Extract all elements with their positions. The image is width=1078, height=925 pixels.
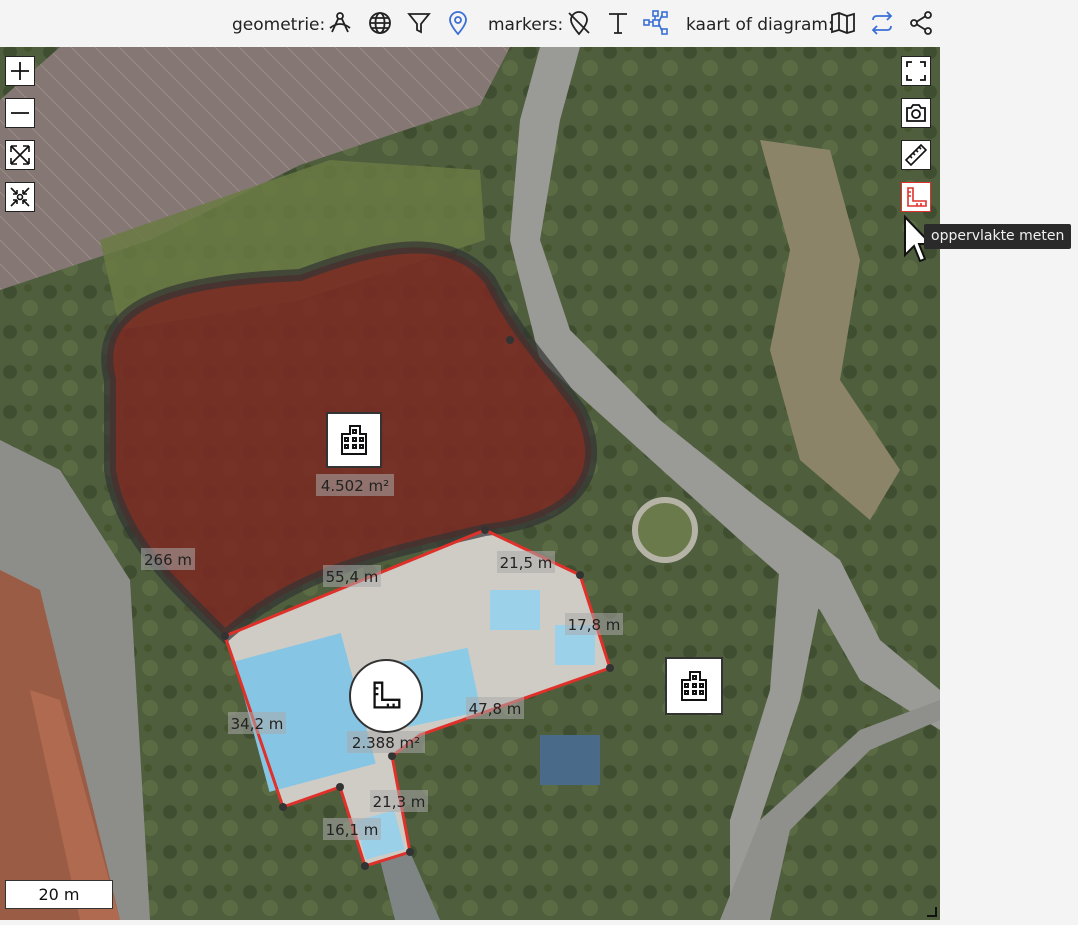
edge-label-7: 16,1 m — [326, 821, 379, 839]
screenshot-button[interactable] — [901, 98, 931, 128]
edge-label-5: 34,2 m — [231, 715, 284, 733]
share-icon[interactable] — [907, 9, 935, 37]
location-pin-icon[interactable] — [444, 9, 472, 37]
markers-label: markers: — [488, 15, 564, 35]
text-icon[interactable] — [604, 9, 632, 37]
map-or-diagram-label: kaart of diagram: — [686, 15, 834, 35]
fullscreen-button[interactable] — [901, 56, 931, 86]
top-toolbar: geometrie: markers: kaart of diagram: — [0, 0, 1078, 47]
scale-bar: 20 m — [5, 880, 113, 909]
globe-icon[interactable] — [366, 9, 394, 37]
edge-label-2: 21,5 m — [500, 554, 553, 572]
zoom-out-button[interactable] — [5, 98, 35, 128]
plus-icon — [11, 62, 29, 80]
measure-distance-button[interactable] — [901, 140, 931, 170]
aerial-imagery: 4.502 m² 266 m 55,4 m 21,5 m 17,8 m 47,8… — [0, 47, 940, 920]
map-icon[interactable] — [829, 9, 857, 37]
marker-off-icon[interactable] — [565, 9, 593, 37]
edge-label-6: 21,3 m — [373, 793, 426, 811]
expand-arrows-icon — [10, 145, 30, 165]
swap-icon[interactable] — [868, 9, 896, 37]
zoom-in-button[interactable] — [5, 56, 35, 86]
fullscreen-icon — [906, 61, 926, 81]
building-marker-2[interactable] — [665, 657, 723, 715]
resize-handle-icon[interactable] — [925, 905, 937, 917]
draw-icon[interactable] — [326, 9, 354, 37]
ruler-icon — [904, 143, 928, 167]
perimeter-label: 266 m — [144, 551, 192, 569]
building-icon — [341, 425, 367, 455]
edge-label-4: 47,8 m — [469, 700, 522, 718]
zoom-to-extent-button[interactable] — [5, 140, 35, 170]
area-ruler-icon — [373, 681, 401, 709]
edge-label-1: 55,4 m — [326, 568, 379, 586]
camera-icon — [906, 104, 926, 122]
map-view[interactable]: 4.502 m² 266 m 55,4 m 21,5 m 17,8 m 47,8… — [0, 47, 940, 920]
minus-icon — [11, 112, 29, 114]
collapse-arrows-icon — [10, 187, 30, 207]
building-icon — [681, 671, 707, 701]
geometry-label: geometrie: — [232, 15, 326, 35]
edge-label-3: 17,8 m — [568, 616, 621, 634]
zoom-to-selection-button[interactable] — [5, 182, 35, 212]
area-label-large: 4.502 m² — [321, 477, 389, 495]
measure-area-button[interactable] — [901, 182, 931, 212]
tooltip: oppervlakte meten — [924, 224, 1072, 249]
network-icon[interactable] — [642, 9, 670, 37]
building-marker[interactable] — [326, 412, 382, 468]
area-label-small: 2.388 m² — [352, 734, 420, 752]
area-ruler-icon — [907, 187, 927, 207]
area-measure-marker[interactable] — [349, 659, 423, 733]
filter-icon[interactable] — [405, 9, 433, 37]
